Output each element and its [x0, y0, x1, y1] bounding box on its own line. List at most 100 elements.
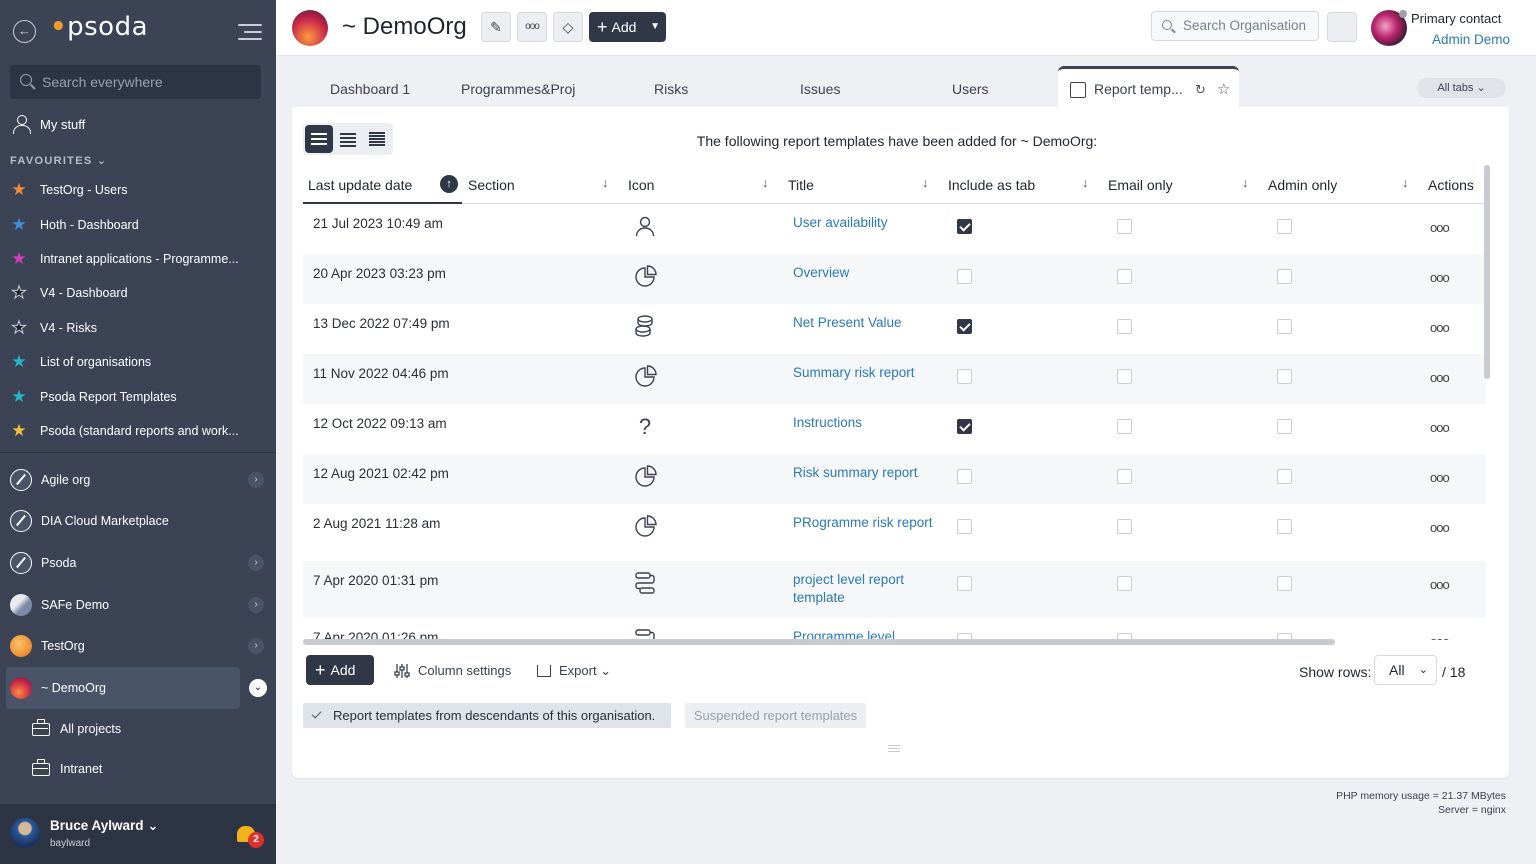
favourites-header[interactable]: FAVOURITES ⌄ [10, 154, 107, 167]
row-actions-icon[interactable]: ooo [1430, 270, 1450, 285]
tab-users[interactable]: Users [952, 81, 989, 97]
primary-contact-name[interactable]: Admin Demo [1432, 32, 1510, 47]
show-rows-select[interactable]: All ⌄ [1374, 655, 1437, 685]
favourite-item[interactable]: ★ TestOrg - Users [10, 173, 266, 207]
email-only-checkbox[interactable] [1117, 576, 1132, 591]
include-as-tab-checkbox[interactable] [957, 419, 972, 434]
admin-only-checkbox[interactable] [1277, 419, 1292, 434]
row-actions-icon[interactable]: ooo [1430, 370, 1450, 385]
include-as-tab-checkbox[interactable] [957, 369, 972, 384]
include-as-tab-checkbox[interactable] [957, 519, 972, 534]
my-stuff-link[interactable]: My stuff [12, 115, 85, 134]
favourite-item[interactable]: ★ Psoda Report Templates [10, 379, 266, 413]
include-as-tab-checkbox[interactable] [957, 219, 972, 234]
back-icon[interactable]: ← [13, 20, 36, 43]
tab-issues[interactable]: Issues [800, 81, 840, 97]
cell-title-link[interactable]: Instructions [793, 414, 933, 432]
cell-title-link[interactable]: Risk summary report [793, 464, 933, 482]
tab-risks[interactable]: Risks [654, 81, 688, 97]
admin-only-checkbox[interactable] [1277, 469, 1292, 484]
sort-arrow-icon[interactable]: ↓ [762, 175, 769, 190]
include-as-tab-checkbox[interactable] [957, 469, 972, 484]
admin-only-checkbox[interactable] [1277, 576, 1292, 591]
sort-arrow-icon[interactable]: ↓ [1242, 175, 1249, 190]
row-actions-icon[interactable]: ooo [1430, 577, 1450, 592]
all-tabs-dropdown[interactable]: All tabs ⌄ [1417, 78, 1506, 98]
admin-only-checkbox[interactable] [1277, 319, 1292, 334]
row-actions-icon[interactable]: ooo [1430, 420, 1450, 435]
chevron-right-icon[interactable]: › [248, 554, 264, 571]
email-only-checkbox[interactable] [1117, 519, 1132, 534]
column-last-update-date[interactable]: Last update date [308, 177, 412, 193]
admin-only-checkbox[interactable] [1277, 269, 1292, 284]
include-as-tab-checkbox[interactable] [957, 319, 972, 334]
switch-view-icon[interactable] [1327, 12, 1357, 42]
filter-suspended-toggle[interactable]: Suspended report templates [685, 703, 866, 728]
favourite-item[interactable]: ★ Intranet applications - Programme... [10, 242, 266, 276]
cell-title-link[interactable]: PRogramme risk report [793, 514, 933, 532]
user-panel[interactable]: Bruce Aylward ⌄ baylward [0, 804, 276, 864]
export-dropdown[interactable]: Export ⌄ [537, 663, 611, 679]
more-options-icon[interactable]: ooo [517, 12, 547, 42]
sort-arrow-icon[interactable]: ↓ [1402, 175, 1409, 190]
row-actions-icon[interactable]: ooo [1430, 634, 1450, 640]
column-section[interactable]: Section [468, 177, 515, 193]
chevron-down-icon[interactable]: ⌄ [249, 678, 267, 697]
email-only-checkbox[interactable] [1117, 269, 1132, 284]
header-add-button[interactable]: + Add ▼ [589, 12, 666, 42]
star-icon[interactable]: ☆ [1217, 80, 1230, 98]
table-row[interactable]: 11 Nov 2022 04:46 pm Summary risk report o… [303, 354, 1486, 404]
organisation-item[interactable]: DIA Cloud Marketplace [0, 501, 276, 543]
org-sub-item[interactable]: Intranet [32, 749, 121, 789]
resize-handle-icon[interactable] [888, 745, 900, 754]
table-row[interactable]: 2 Aug 2021 11:28 am PRogramme risk report… [303, 504, 1486, 561]
logo[interactable]: •psoda [50, 12, 148, 42]
admin-only-checkbox[interactable] [1277, 369, 1292, 384]
table-row[interactable]: 7 Apr 2020 01:26 pmProgramme levelooo [303, 618, 1486, 640]
row-actions-icon[interactable]: ooo [1430, 320, 1450, 335]
include-as-tab-checkbox[interactable] [957, 576, 972, 591]
organisation-item[interactable]: TestOrg › [0, 625, 276, 667]
column-settings-button[interactable]: Column settings [394, 663, 511, 678]
tab-dashboard[interactable]: Dashboard 1 [330, 81, 410, 97]
vertical-scrollbar[interactable] [1484, 165, 1490, 379]
favourite-item[interactable]: ★ Psoda (standard reports and work... [10, 414, 266, 448]
edit-icon[interactable]: ✎ [481, 12, 511, 42]
favourite-item[interactable]: ★ Hoth - Dashboard [10, 207, 266, 241]
row-actions-icon[interactable]: ooo [1430, 220, 1450, 235]
sort-arrow-icon[interactable]: ↓ [602, 175, 609, 190]
column-include-as-tab[interactable]: Include as tab [948, 177, 1035, 193]
favourite-item[interactable]: ★ V4 - Dashboard [10, 276, 266, 310]
add-report-template-button[interactable]: + Add [306, 655, 374, 685]
column-title[interactable]: Title [788, 177, 814, 193]
table-row[interactable]: 7 Apr 2020 01:31 pm project level report … [303, 561, 1486, 618]
cell-title-link[interactable]: Net Present Value [793, 314, 933, 332]
cell-title-link[interactable]: Overview [793, 264, 933, 282]
cell-title-link[interactable]: Summary risk report [793, 364, 933, 382]
row-actions-icon[interactable]: ooo [1430, 470, 1450, 485]
email-only-checkbox[interactable] [1117, 219, 1132, 234]
sort-arrow-icon[interactable]: ↓ [922, 175, 929, 190]
sort-arrow-icon[interactable]: ↓ [1082, 175, 1089, 190]
cell-title-link[interactable]: project level report template [793, 571, 933, 607]
organisation-item[interactable]: ~ DemoOrg ⌄ [6, 666, 267, 709]
email-only-checkbox[interactable] [1117, 419, 1132, 434]
refresh-icon[interactable]: ↻ [1195, 82, 1206, 98]
tag-icon[interactable]: ◇ [553, 12, 583, 42]
organisation-item[interactable]: Psoda › [0, 542, 276, 584]
table-row[interactable]: 13 Dec 2022 07:49 pm Net Present Value ooo [303, 304, 1486, 354]
column-admin-only[interactable]: Admin only [1268, 177, 1337, 193]
table-row[interactable]: 20 Apr 2023 03:23 pm Overview ooo [303, 254, 1486, 304]
table-row[interactable]: 21 Jul 2023 10:49 am User availability ooo [303, 204, 1486, 254]
chevron-right-icon[interactable]: › [248, 596, 264, 613]
admin-only-checkbox[interactable] [1277, 519, 1292, 534]
org-sub-item[interactable]: All projects [32, 709, 121, 749]
organisation-search-input[interactable]: Search Organisation [1151, 11, 1319, 41]
tab-programmes-projects[interactable]: Programmes&Proj [461, 81, 579, 97]
table-row[interactable]: 12 Aug 2021 02:42 pm Risk summary report o… [303, 454, 1486, 504]
horizontal-scrollbar[interactable] [303, 639, 1335, 645]
organisation-item[interactable]: SAFe Demo › [0, 584, 276, 626]
chevron-right-icon[interactable]: › [248, 471, 264, 488]
column-icon[interactable]: Icon [628, 177, 654, 193]
filter-descendants-toggle[interactable]: Report templates from descendants of thi… [303, 703, 671, 728]
